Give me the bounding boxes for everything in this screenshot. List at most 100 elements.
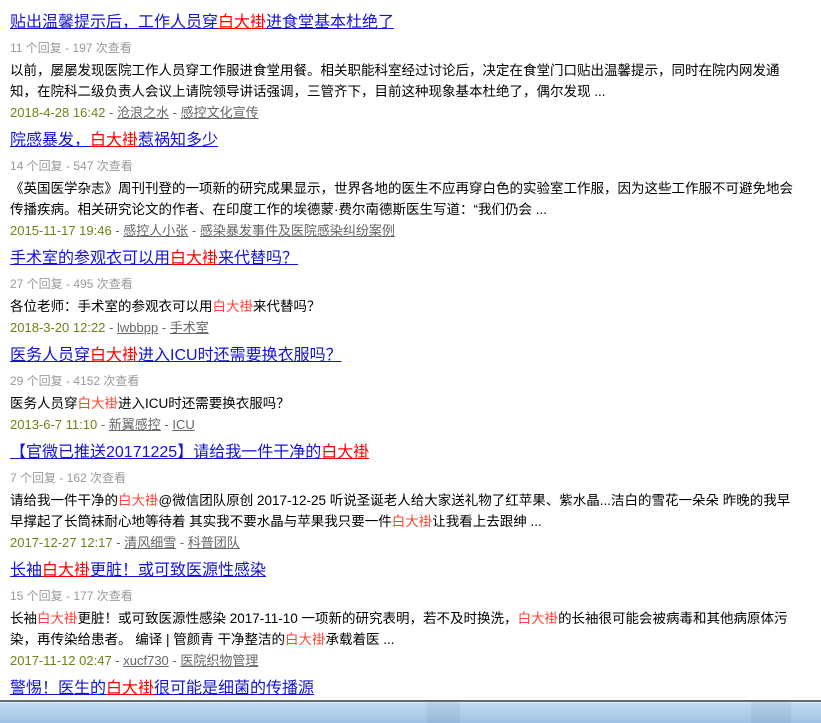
result-title: 警惕！医生的白大褂很可能是细菌的传播源 [10, 678, 793, 700]
result-author-link[interactable]: lwbbpp [117, 320, 158, 335]
result-author-link[interactable]: 清风细雪 [124, 535, 176, 550]
highlight-keyword: 白大褂 [90, 132, 138, 149]
text-segment: 各位老师：手术室的参观衣可以用 [10, 299, 213, 314]
result-meta: 2013-6-7 11:10 - 新翼感控 - ICU [10, 416, 793, 434]
text-segment: 贴出温馨提示后，工作人员穿 [10, 14, 218, 31]
result-title-link[interactable]: 医务人员穿白大褂进入ICU时还需要换衣服吗？ [10, 347, 342, 364]
result-title-link[interactable]: 长袖白大褂更脏！或可致医源性感染 [10, 562, 266, 579]
result-stats: 14 个回复 - 547 次查看 [10, 158, 793, 174]
result-title: 手术室的参观衣可以用白大褂来代替吗？ [10, 248, 793, 270]
result-forum-link[interactable]: 感染暴发事件及医院感染纠纷案例 [200, 223, 395, 238]
highlight-keyword: 白大褂 [518, 611, 559, 626]
text-segment: 来代替吗？ [218, 250, 298, 267]
result-title: 院感暴发，白大褂惹祸知多少 [10, 130, 793, 152]
highlight-keyword: 白大褂 [118, 493, 159, 508]
result-date: 2017-12-27 12:17 [10, 535, 113, 550]
text-segment: 医务人员穿 [10, 396, 78, 411]
result-date: 2017-11-12 02:47 [10, 653, 112, 668]
highlight-keyword: 白大褂 [90, 347, 138, 364]
meta-separator: - [105, 105, 117, 120]
highlight-keyword: 白大褂 [321, 444, 369, 461]
meta-separator: - [176, 535, 188, 550]
text-segment: 进入ICU时还需要换衣服吗？ [138, 347, 342, 364]
text-segment: 手术室的参观衣可以用 [10, 250, 170, 267]
result-meta: 2018-3-20 12:22 - lwbbpp - 手术室 [10, 319, 793, 337]
highlight-keyword: 白大褂 [42, 562, 90, 579]
search-result-item: 【官微已推送20171225】请给我一件干净的白大褂 7 个回复 - 162 次… [10, 442, 793, 552]
meta-separator: - [113, 535, 125, 550]
result-forum-link[interactable]: 感控文化宣传 [181, 105, 259, 120]
result-date: 2013-6-7 11:10 [10, 417, 97, 432]
text-segment: 院感暴发， [10, 132, 90, 149]
meta-separator: - [97, 417, 109, 432]
result-stats: 15 个回复 - 177 次查看 [10, 588, 793, 604]
search-result-item: 院感暴发，白大褂惹祸知多少 14 个回复 - 547 次查看 《英国医学杂志》周… [10, 130, 793, 240]
result-meta: 2015-11-17 19:46 - 感控人小张 - 感染暴发事件及医院感染纠纷… [10, 222, 793, 240]
text-segment: 请给我一件干净的 [10, 493, 118, 508]
highlight-keyword: 白大褂 [392, 514, 433, 529]
result-title: 【官微已推送20171225】请给我一件干净的白大褂 [10, 442, 793, 464]
frame-segment [427, 702, 460, 723]
result-date: 2018-3-20 12:22 [10, 320, 105, 335]
results-list: 贴出温馨提示后，工作人员穿白大褂进食堂基本杜绝了 11 个回复 - 197 次查… [0, 0, 821, 700]
search-result-item: 贴出温馨提示后，工作人员穿白大褂进食堂基本杜绝了 11 个回复 - 197 次查… [10, 12, 793, 122]
result-snippet: 长袖白大褂更脏！或可致医源性感染 2017-11-10 一项新的研究表明，若不及… [10, 608, 793, 650]
result-title-link[interactable]: 【官微已推送20171225】请给我一件干净的白大褂 [10, 444, 369, 461]
result-stats: 7 个回复 - 162 次查看 [10, 470, 793, 486]
text-segment: 以前，屡屡发现医院工作人员穿工作服进食堂用餐。相关职能科室经过讨论后，决定在食堂… [10, 63, 780, 99]
text-segment: 警惕！医生的 [10, 680, 106, 697]
search-result-item: 医务人员穿白大褂进入ICU时还需要换衣服吗？ 29 个回复 - 4152 次查看… [10, 345, 793, 434]
highlight-keyword: 白大褂 [37, 611, 78, 626]
window-frame-bottom [0, 700, 821, 723]
meta-separator: - [161, 417, 173, 432]
text-segment: 更脏！或可致医源性感染 2017-11-10 一项新的研究表明，若不及时换洗， [78, 611, 518, 626]
result-author-link[interactable]: 新翼感控 [109, 417, 161, 432]
result-snippet: 医务人员穿白大褂进入ICU时还需要换衣服吗？ [10, 393, 793, 414]
text-segment: 进食堂基本杜绝了 [266, 14, 394, 31]
result-author-link[interactable]: xucf730 [123, 653, 169, 668]
result-title: 医务人员穿白大褂进入ICU时还需要换衣服吗？ [10, 345, 793, 367]
text-segment: 更脏！或可致医源性感染 [90, 562, 266, 579]
result-title-link[interactable]: 院感暴发，白大褂惹祸知多少 [10, 132, 218, 149]
result-forum-link[interactable]: 手术室 [170, 320, 209, 335]
meta-separator: - [112, 653, 124, 668]
result-snippet: 《英国医学杂志》周刊刊登的一项新的研究成果显示，世界各地的医生不应再穿白色的实验… [10, 178, 793, 220]
meta-separator: - [112, 223, 124, 238]
text-segment: 很可能是细菌的传播源 [154, 680, 314, 697]
result-title: 贴出温馨提示后，工作人员穿白大褂进食堂基本杜绝了 [10, 12, 793, 34]
result-snippet: 请给我一件干净的白大褂@微信团队原创 2017-12-25 听说圣诞老人给大家送… [10, 490, 793, 532]
window-frame-bar [0, 702, 821, 723]
highlight-keyword: 白大褂 [78, 396, 119, 411]
meta-separator: - [169, 105, 181, 120]
result-date: 2015-11-17 19:46 [10, 223, 112, 238]
result-title-link[interactable]: 警惕！医生的白大褂很可能是细菌的传播源 [10, 680, 314, 697]
meta-separator: - [158, 320, 170, 335]
text-segment: 《英国医学杂志》周刊刊登的一项新的研究成果显示，世界各地的医生不应再穿白色的实验… [10, 181, 793, 217]
text-segment: 长袖 [10, 611, 37, 626]
result-forum-link[interactable]: ICU [172, 417, 194, 432]
result-author-link[interactable]: 感控人小张 [123, 223, 188, 238]
highlight-keyword: 白大褂 [285, 632, 326, 647]
meta-separator: - [105, 320, 117, 335]
forum-search-results-page: { "sep": " - ", "theme": { "title_color"… [0, 0, 821, 723]
result-date: 2018-4-28 16:42 [10, 105, 105, 120]
search-result-item: 长袖白大褂更脏！或可致医源性感染 15 个回复 - 177 次查看 长袖白大褂更… [10, 560, 793, 670]
text-segment: 惹祸知多少 [138, 132, 218, 149]
result-title: 长袖白大褂更脏！或可致医源性感染 [10, 560, 793, 582]
result-author-link[interactable]: 沧浪之水 [117, 105, 169, 120]
highlight-keyword: 白大褂 [170, 250, 218, 267]
result-title-link[interactable]: 贴出温馨提示后，工作人员穿白大褂进食堂基本杜绝了 [10, 14, 394, 31]
text-segment: 医务人员穿 [10, 347, 90, 364]
result-title-link[interactable]: 手术室的参观衣可以用白大褂来代替吗？ [10, 250, 298, 267]
meta-separator: - [188, 223, 200, 238]
text-segment: 承载着医 ... [326, 632, 395, 647]
search-result-item: 警惕！医生的白大褂很可能是细菌的传播源 [10, 678, 793, 700]
result-snippet: 以前，屡屡发现医院工作人员穿工作服进食堂用餐。相关职能科室经过讨论后，决定在食堂… [10, 60, 793, 102]
text-segment: 长袖 [10, 562, 42, 579]
result-forum-link[interactable]: 医院织物管理 [180, 653, 258, 668]
text-segment: 进入ICU时还需要换衣服吗？ [118, 396, 290, 411]
highlight-keyword: 白大褂 [218, 14, 266, 31]
result-forum-link[interactable]: 科普团队 [188, 535, 240, 550]
result-snippet: 各位老师：手术室的参观衣可以用白大褂来代替吗？ [10, 296, 793, 317]
highlight-keyword: 白大褂 [213, 299, 254, 314]
